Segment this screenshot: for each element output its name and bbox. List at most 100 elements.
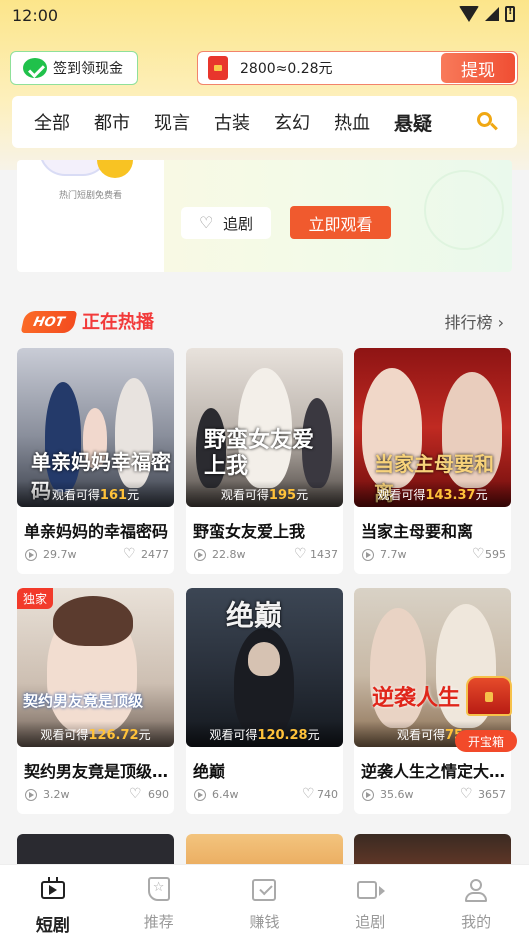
drama-title: 契约男友竟是顶级… — [24, 762, 169, 781]
play-count-icon — [25, 789, 37, 801]
banner-thumbnail: 热门短剧免费看 — [17, 160, 164, 272]
signal-icon — [485, 7, 499, 21]
video-camera-icon — [357, 877, 386, 901]
drama-stats: 22.8w 1437 — [194, 546, 338, 564]
drama-card[interactable]: 契约男友竟是顶级 观看可得126.72元 独家 契约男友竟是顶级… 3.2w 6… — [17, 588, 174, 814]
poster-title: 绝巅 — [226, 599, 283, 632]
tab-all[interactable]: 全部 — [34, 109, 70, 135]
like-count: 690 — [148, 788, 169, 801]
drama-card[interactable]: 单亲妈妈幸福密码 观看可得161元 单亲妈妈的幸福密码 29.7w 2477 — [17, 348, 174, 574]
view-count: 6.4w — [212, 788, 239, 801]
view-count: 3.2w — [43, 788, 70, 801]
poster-title: 逆袭人生 — [372, 686, 461, 711]
search-icon[interactable] — [477, 112, 498, 132]
drama-card[interactable]: 当家主母要和离 观看可得143.37元 当家主母要和离 7.7w 595 — [354, 348, 511, 574]
drama-stats: 35.6w 3657 — [362, 786, 506, 804]
star-bookmark-icon — [146, 877, 172, 901]
earn-reward: 观看可得 195 元 — [186, 481, 343, 507]
like-icon — [129, 786, 143, 802]
signin-cash-button[interactable]: 签到领现金 — [10, 51, 138, 85]
wifi-icon — [459, 6, 479, 22]
drama-card[interactable]: 野蛮女友爱上我 观看可得195元 野蛮女友爱上我 22.8w 1437 — [186, 348, 343, 574]
earn-reward: 观看可得 161 元 — [17, 481, 174, 507]
nav-item-recommend[interactable]: 推荐 — [106, 865, 212, 940]
nav-item-profile[interactable]: 我的 — [423, 865, 529, 940]
nav-label: 我的 — [461, 913, 492, 931]
watch-now-button[interactable]: 立即观看 — [290, 206, 391, 239]
wechat-icon — [23, 58, 47, 78]
follow-label: 追剧 — [222, 214, 253, 233]
ranking-label: 排行榜 — [444, 313, 493, 332]
decorative-circle — [424, 170, 504, 250]
ranking-link[interactable]: 排行榜 › — [444, 309, 504, 333]
tab-urban[interactable]: 都市 — [94, 109, 130, 135]
checkbox-icon — [251, 877, 277, 901]
status-bar: 12:00 — [0, 0, 529, 30]
drama-poster: 单亲妈妈幸福密码 观看可得161元 — [17, 348, 174, 507]
play-count-icon — [194, 549, 206, 561]
section-title: 正在热播 — [82, 312, 154, 333]
hot-section-header: HOT 正在热播 排行榜 › — [20, 303, 512, 337]
like-count: 3657 — [478, 788, 506, 801]
earn-reward: 观看可得 126.72 元 — [17, 721, 174, 747]
nav-item-drama[interactable]: 短剧 — [0, 865, 106, 940]
poster-title: 契约男友竟是顶级 — [23, 692, 144, 710]
person-icon — [463, 877, 489, 902]
withdraw-button[interactable]: 提现 — [441, 53, 515, 83]
drama-stats: 6.4w 740 — [194, 786, 338, 804]
play-count-icon — [362, 549, 374, 561]
drama-title: 当家主母要和离 — [361, 522, 474, 541]
view-count: 29.7w — [43, 548, 77, 561]
drama-stats: 7.7w 595 — [362, 546, 506, 564]
drama-poster: 契约男友竟是顶级 观看可得 126.72 元 独家 — [17, 588, 174, 747]
nav-label: 推荐 — [143, 913, 174, 931]
like-count: 595 — [485, 548, 506, 561]
like-count: 2477 — [141, 548, 169, 561]
lemon-graphic — [97, 160, 133, 178]
drama-stats: 29.7w 2477 — [25, 546, 169, 564]
tab-costume[interactable]: 古装 — [214, 109, 250, 135]
drama-poster: 绝巅 观看可得 120.28 元 — [186, 588, 343, 747]
drama-title: 逆袭人生之情定大… — [361, 762, 506, 781]
like-icon — [294, 546, 308, 562]
follow-button[interactable]: ♡ 追剧 — [181, 207, 271, 239]
status-icons — [459, 6, 515, 22]
drama-title: 绝巅 — [193, 762, 226, 781]
featured-banner[interactable]: 热门短剧免费看 ♡ 追剧 立即观看 — [17, 160, 512, 272]
tv-icon — [40, 877, 66, 901]
earn-reward: 观看可得 143.37 元 — [354, 481, 511, 507]
drama-card[interactable]: 绝巅 观看可得120.28元 绝巅 6.4w 740 — [186, 588, 343, 814]
nav-label: 追剧 — [355, 913, 386, 931]
tab-fantasy[interactable]: 玄幻 — [274, 109, 310, 135]
nav-label: 赚钱 — [249, 913, 280, 931]
earn-reward: 观看可得 120.28 元 — [186, 721, 343, 747]
like-icon — [123, 546, 137, 562]
like-count: 1437 — [310, 548, 338, 561]
tab-modern-romance[interactable]: 现言 — [154, 109, 190, 135]
drama-poster: 野蛮女友爱上我 观看可得 195 元 — [186, 348, 343, 507]
cash-balance-bar[interactable]: 2800≈0.28元 提现 — [197, 51, 518, 85]
nav-item-following[interactable]: 追剧 — [317, 865, 423, 940]
tab-suspense[interactable]: 悬疑 — [394, 109, 432, 136]
play-count-icon — [194, 789, 206, 801]
status-time: 12:00 — [12, 6, 59, 25]
drama-poster: 逆袭人生 观看可得75. — [354, 588, 511, 747]
banner-caption: 热门短剧免费看 — [58, 191, 122, 201]
signin-label: 签到领现金 — [53, 61, 123, 77]
battery-icon — [505, 6, 515, 22]
play-count-icon — [362, 789, 374, 801]
chevron-right-icon: › — [497, 313, 504, 332]
drama-stats: 3.2w 690 — [25, 786, 169, 804]
bottom-navigation: 短剧 推荐 赚钱 追剧 我的 — [0, 864, 529, 940]
treasure-chest-icon[interactable] — [466, 676, 512, 716]
like-count: 740 — [317, 788, 338, 801]
category-tabs: 全部 都市 现言 古装 玄幻 热血 悬疑 — [12, 96, 517, 148]
exclusive-badge: 独家 — [17, 588, 54, 609]
nav-item-earn[interactable]: 赚钱 — [212, 865, 318, 940]
view-count: 22.8w — [212, 548, 246, 561]
view-count: 7.7w — [380, 548, 407, 561]
tab-action[interactable]: 热血 — [334, 109, 370, 135]
play-count-icon — [25, 549, 37, 561]
cash-amount: 2800≈0.28元 — [240, 61, 333, 77]
open-treasure-button[interactable]: 开宝箱 — [455, 730, 517, 752]
